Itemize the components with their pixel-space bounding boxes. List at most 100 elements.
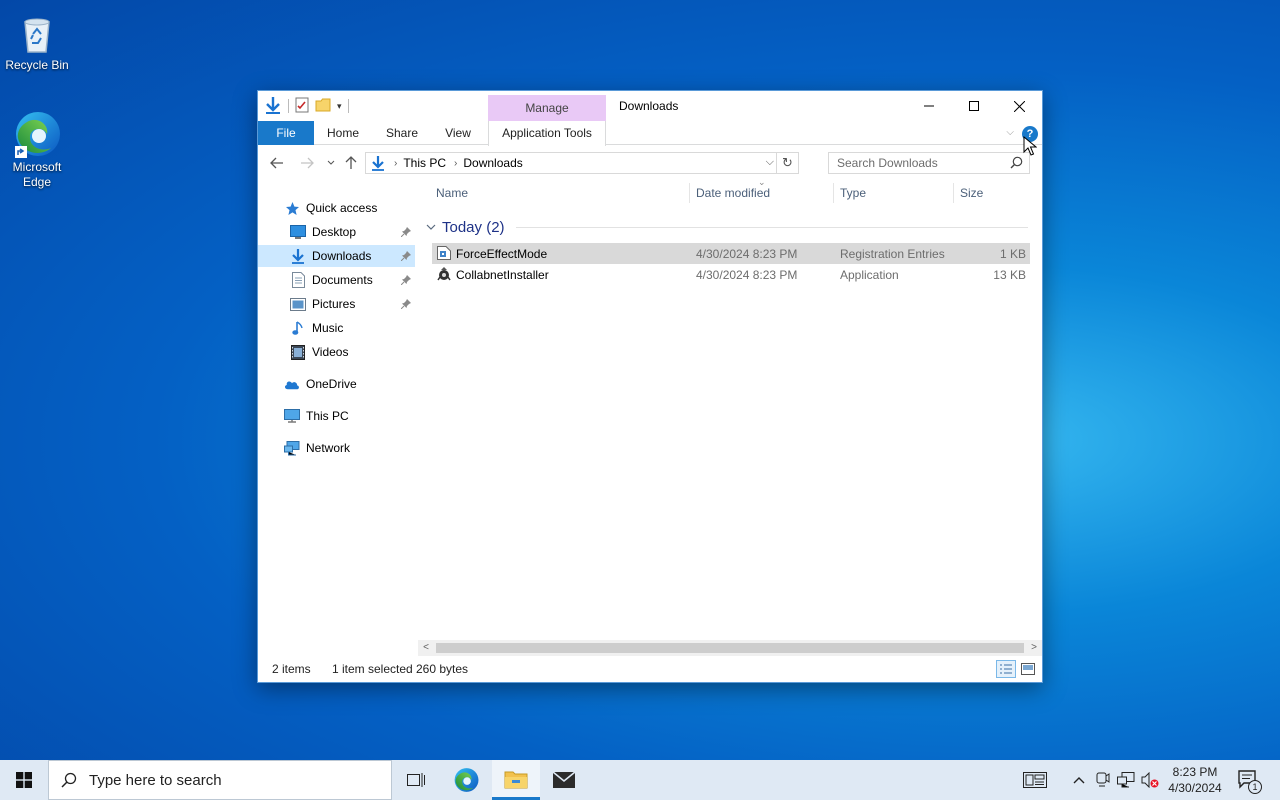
- breadcrumb-separator-icon[interactable]: ›: [394, 158, 397, 169]
- cloud-icon: [284, 376, 300, 392]
- tab-share[interactable]: Share: [376, 121, 428, 145]
- action-center-button[interactable]: 1: [1234, 760, 1264, 800]
- sidebar-item-downloads[interactable]: Downloads: [258, 245, 415, 267]
- breadcrumb-this-pc[interactable]: This PC: [403, 156, 446, 170]
- pin-icon[interactable]: [400, 250, 411, 264]
- sidebar-item-music[interactable]: Music: [258, 317, 415, 339]
- tab-manage[interactable]: Manage: [488, 95, 606, 121]
- selection-count: 1 item selected: [332, 662, 413, 676]
- column-separator[interactable]: [689, 183, 690, 203]
- mouse-cursor-icon: [1023, 136, 1037, 156]
- maximize-button[interactable]: [951, 91, 997, 121]
- maximize-icon: [969, 101, 979, 111]
- large-icons-view-button[interactable]: [1018, 660, 1038, 678]
- taskbar-clock[interactable]: 8:23 PM 4/30/2024: [1162, 764, 1228, 796]
- pin-icon[interactable]: [400, 298, 411, 312]
- table-row[interactable]: CollabnetInstaller 4/30/2024 8:23 PM App…: [432, 264, 1030, 285]
- start-button[interactable]: [0, 760, 48, 800]
- column-separator[interactable]: [833, 183, 834, 203]
- sidebar-item-this-pc[interactable]: This PC: [258, 405, 415, 427]
- close-icon: [1013, 100, 1025, 112]
- tab-file[interactable]: File: [258, 121, 314, 145]
- sidebar-item-label: Desktop: [312, 225, 357, 239]
- scroll-left-icon[interactable]: <: [418, 640, 434, 656]
- sidebar-item-label: Network: [306, 441, 351, 455]
- taskbar-mail-button[interactable]: [540, 760, 588, 800]
- sidebar-item-videos[interactable]: Videos: [258, 341, 415, 363]
- title-bar[interactable]: ▾ Manage Downloads: [258, 91, 1042, 121]
- volume-button[interactable]: [1139, 760, 1161, 800]
- scrollbar-thumb[interactable]: [436, 643, 1024, 653]
- horizontal-scrollbar[interactable]: < >: [418, 640, 1042, 656]
- back-button[interactable]: [268, 154, 286, 172]
- documents-folder-icon: [290, 272, 306, 288]
- desktop-icon-recycle-bin[interactable]: Recycle Bin: [0, 8, 74, 73]
- sidebar-item-desktop[interactable]: Desktop: [258, 221, 415, 243]
- input-indicator-button[interactable]: [1018, 760, 1052, 800]
- column-header-size[interactable]: Size: [960, 183, 1030, 203]
- new-folder-icon[interactable]: [315, 97, 331, 116]
- webcam-icon: [1096, 772, 1110, 787]
- close-button[interactable]: [996, 91, 1042, 121]
- search-box[interactable]: Search Downloads: [828, 152, 1030, 174]
- group-header-today[interactable]: Today (2): [426, 217, 1028, 237]
- address-dropdown-icon[interactable]: ⌵: [766, 156, 774, 169]
- pin-icon[interactable]: [400, 226, 411, 240]
- file-size: 1 KB: [999, 247, 1026, 261]
- pin-icon[interactable]: [400, 274, 411, 288]
- file-type: Registration Entries: [840, 247, 945, 261]
- sidebar-item-label: Quick access: [306, 201, 378, 215]
- tab-view[interactable]: View: [434, 121, 482, 145]
- group-label: Today (2): [442, 218, 505, 236]
- desktop-icon-label: Recycle Bin: [5, 58, 69, 72]
- sidebar-item-label: Documents: [312, 273, 373, 287]
- desktop-icon-edge[interactable]: Microsoft Edge: [0, 110, 74, 190]
- taskbar: Type here to search 8:23 PM 4/30/2024 1: [0, 760, 1280, 800]
- arrow-up-icon: [345, 156, 357, 169]
- application-icon: [437, 267, 451, 281]
- column-header-type[interactable]: Type: [840, 183, 952, 203]
- recent-locations-button[interactable]: [322, 154, 340, 172]
- customize-toolbar-icon[interactable]: ▾: [337, 101, 342, 112]
- sidebar-item-label: Music: [312, 321, 344, 335]
- sidebar-item-label: Videos: [312, 345, 349, 359]
- taskbar-search-input[interactable]: Type here to search: [89, 772, 222, 789]
- address-bar[interactable]: › This PC › Downloads ⌵ ↻: [365, 152, 799, 174]
- search-input[interactable]: Search Downloads: [837, 156, 938, 170]
- sidebar-item-label: Pictures: [312, 297, 356, 311]
- breadcrumb-downloads[interactable]: Downloads: [463, 156, 522, 170]
- selection-size: 260 bytes: [416, 662, 469, 676]
- network-icon: [1117, 772, 1135, 788]
- show-hidden-icons-button[interactable]: [1068, 760, 1090, 800]
- network-icon: [284, 440, 300, 456]
- sidebar-item-pictures[interactable]: Pictures: [258, 293, 415, 315]
- taskbar-edge-button[interactable]: [442, 760, 490, 800]
- tab-application-tools[interactable]: Application Tools: [488, 121, 606, 146]
- taskbar-file-explorer-button[interactable]: [492, 760, 540, 800]
- breadcrumb-separator-icon[interactable]: ›: [454, 158, 457, 169]
- sidebar-item-onedrive[interactable]: OneDrive: [258, 373, 415, 395]
- network-status-button[interactable]: [1115, 760, 1137, 800]
- column-separator[interactable]: [953, 183, 954, 203]
- sidebar-item-documents[interactable]: Documents: [258, 269, 415, 291]
- refresh-icon[interactable]: ↻: [776, 153, 798, 173]
- mail-icon: [552, 771, 576, 788]
- scroll-right-icon[interactable]: >: [1026, 640, 1042, 656]
- meet-now-button[interactable]: [1092, 760, 1114, 800]
- windows-logo-icon: [16, 772, 32, 788]
- sidebar-item-quick-access[interactable]: Quick access: [258, 197, 415, 219]
- search-icon: [1010, 156, 1023, 169]
- up-button[interactable]: [342, 154, 360, 172]
- details-view-button[interactable]: [996, 660, 1016, 678]
- tab-home[interactable]: Home: [318, 121, 368, 145]
- properties-icon[interactable]: [295, 97, 309, 116]
- minimize-button[interactable]: [906, 91, 952, 121]
- forward-button[interactable]: [298, 154, 316, 172]
- column-header-name[interactable]: Name: [436, 183, 686, 203]
- column-header-date-modified[interactable]: Date modified: [696, 183, 832, 203]
- task-view-button[interactable]: [392, 760, 440, 800]
- taskbar-search-box[interactable]: Type here to search: [48, 760, 392, 800]
- table-row[interactable]: ForceEffectMode 4/30/2024 8:23 PM Regist…: [432, 243, 1030, 264]
- expand-ribbon-icon[interactable]: ⌵: [1006, 127, 1014, 138]
- sidebar-item-network[interactable]: Network: [258, 437, 415, 459]
